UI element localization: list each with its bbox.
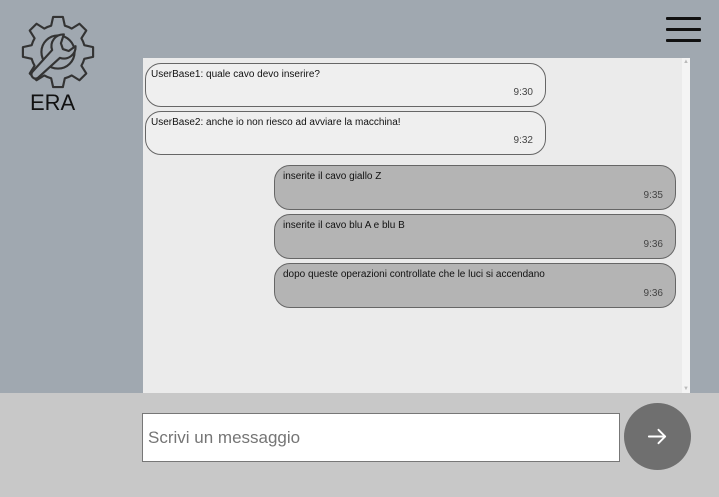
scroll-down-arrow-icon[interactable]: ▼	[682, 385, 690, 393]
right-margin	[690, 58, 719, 393]
message-time: 9:36	[643, 239, 663, 250]
message-bubble-received: UserBase2: anche io non riesco ad avviar…	[145, 111, 546, 155]
message-text: UserBase2: anche io non riesco ad avviar…	[151, 117, 401, 128]
header	[143, 0, 719, 58]
message-text: dopo queste operazioni controllate che l…	[283, 269, 545, 280]
send-button[interactable]	[624, 403, 691, 470]
app-name: ERA	[30, 90, 76, 115]
gear-wrench-icon	[21, 15, 95, 89]
message-time: 9:30	[513, 87, 533, 98]
hamburger-menu-icon[interactable]	[666, 17, 701, 45]
message-time: 9:35	[643, 190, 663, 201]
scroll-up-arrow-icon[interactable]: ▲	[682, 58, 690, 66]
message-time: 9:32	[513, 135, 533, 146]
message-bubble-sent: inserite il cavo giallo Z 9:35	[274, 165, 676, 210]
message-text: inserite il cavo blu A e blu B	[283, 220, 405, 231]
chat-scrollbar[interactable]: ▲ ▼	[682, 58, 690, 393]
message-input[interactable]	[142, 413, 620, 462]
message-bubble-sent: inserite il cavo blu A e blu B 9:36	[274, 214, 676, 259]
message-time: 9:36	[643, 288, 663, 299]
arrow-right-icon	[647, 428, 667, 445]
message-text: UserBase1: quale cavo devo inserire?	[151, 69, 320, 80]
message-bubble-sent: dopo queste operazioni controllate che l…	[274, 263, 676, 308]
message-text: inserite il cavo giallo Z	[283, 171, 382, 182]
message-bubble-received: UserBase1: quale cavo devo inserire? 9:3…	[145, 63, 546, 107]
sidebar: ERA	[0, 0, 143, 393]
